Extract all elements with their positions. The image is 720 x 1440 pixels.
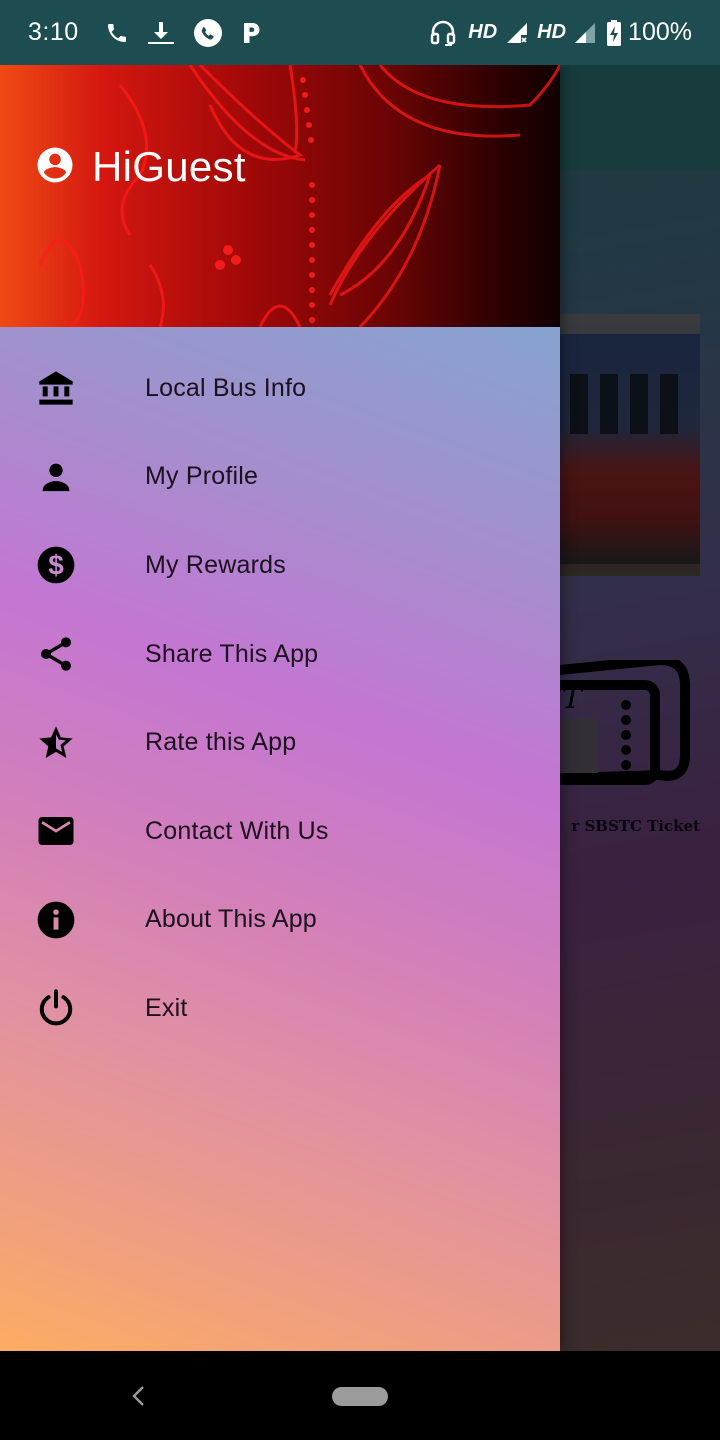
drawer-header: HiGuest — [0, 65, 560, 327]
drawer-menu: Local Bus Info My Profile $ My Rewards S… — [0, 327, 560, 1351]
signal-no-data-icon — [505, 19, 529, 47]
power-icon — [0, 988, 112, 1028]
menu-item-rate-this-app[interactable]: Rate this App — [0, 698, 560, 787]
menu-label: My Profile — [145, 462, 259, 491]
info-icon — [0, 899, 112, 941]
menu-label: Rate this App — [145, 728, 297, 757]
battery-percentage: 100% — [628, 18, 692, 46]
status-bar: 3:10 HD HD 100% — [0, 0, 720, 65]
navigation-drawer: HiGuest Local Bus Info My Profile $ My R… — [0, 65, 560, 1351]
floral-decoration — [38, 65, 560, 327]
menu-item-local-bus-info[interactable]: Local Bus Info — [0, 344, 560, 433]
system-nav-bar — [0, 1351, 720, 1440]
parking-p-icon — [241, 19, 263, 47]
share-icon — [0, 634, 112, 674]
svg-text:$: $ — [48, 550, 64, 581]
menu-label: Share This App — [145, 639, 319, 668]
menu-item-contact-with-us[interactable]: Contact With Us — [0, 787, 560, 876]
hd-indicator: HD — [537, 21, 567, 43]
menu-item-share-this-app[interactable]: Share This App — [0, 610, 560, 699]
hd-indicator: HD — [468, 21, 498, 43]
headset-icon — [430, 19, 456, 47]
menu-label: My Rewards — [145, 550, 286, 579]
download-icon — [147, 19, 175, 47]
user-greeting: HiGuest — [92, 143, 246, 190]
menu-label: About This App — [145, 905, 317, 934]
menu-item-my-profile[interactable]: My Profile — [0, 433, 560, 522]
menu-item-my-rewards[interactable]: $ My Rewards — [0, 521, 560, 610]
email-icon — [0, 810, 112, 852]
whatsapp-icon — [193, 18, 223, 47]
menu-item-exit[interactable]: Exit — [0, 964, 560, 1053]
battery-charging-icon — [606, 19, 622, 47]
star-half-icon — [0, 723, 112, 763]
status-time: 3:10 — [28, 18, 79, 46]
phone-icon — [105, 19, 129, 47]
menu-label: Local Bus Info — [145, 373, 307, 402]
menu-label: Contact With Us — [145, 816, 329, 845]
screen: 3:10 HD HD 100% HiGuest Local Bus Info M… — [0, 0, 720, 1440]
dollar-circle-icon: $ — [0, 544, 112, 586]
signal-icon — [574, 19, 596, 47]
home-button[interactable] — [332, 1387, 388, 1406]
header-user: HiGuest — [34, 143, 246, 191]
menu-item-about-this-app[interactable]: About This App — [0, 876, 560, 965]
account-circle-icon — [34, 144, 76, 191]
back-icon[interactable] — [128, 1383, 150, 1409]
menu-label: Exit — [145, 993, 188, 1022]
bank-icon — [0, 368, 112, 408]
person-icon — [0, 457, 112, 497]
